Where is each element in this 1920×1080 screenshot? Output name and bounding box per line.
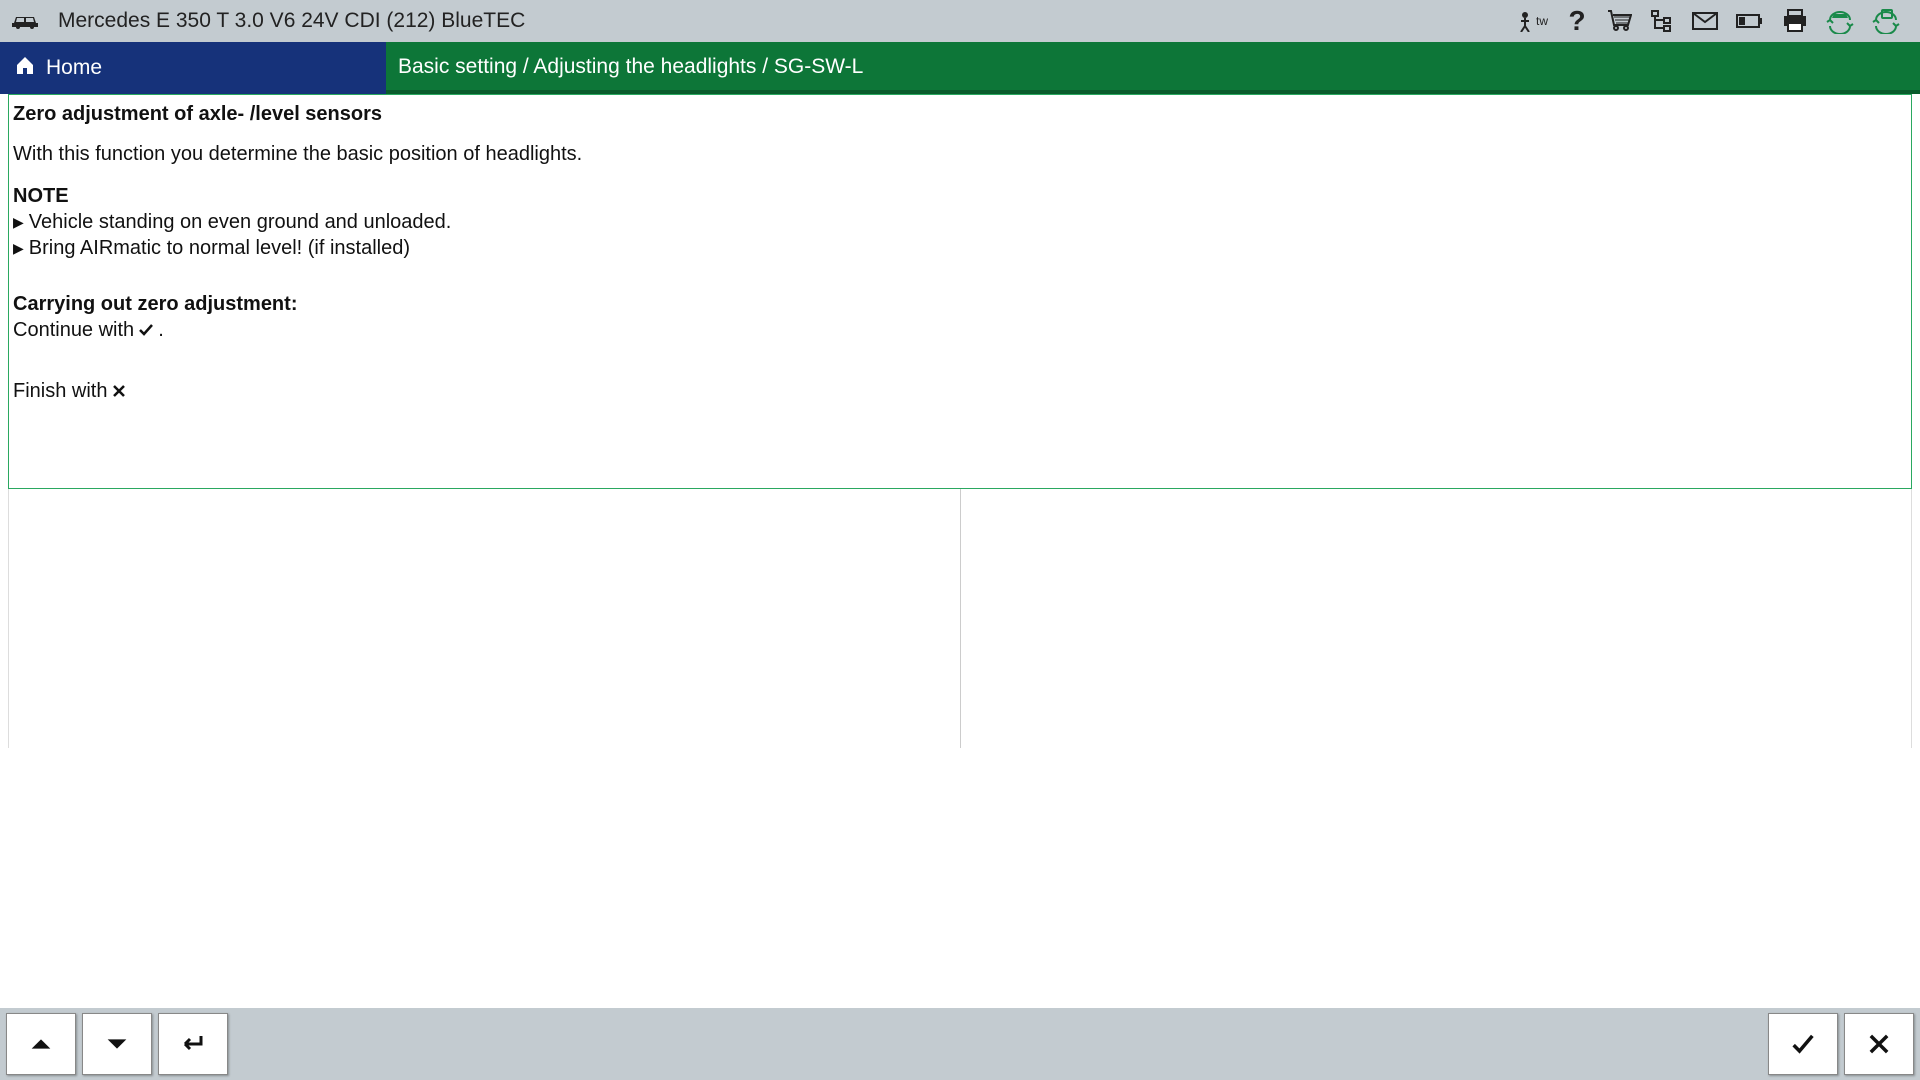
print-icon[interactable] bbox=[1782, 9, 1808, 33]
top-toolbar: Mercedes E 350 T 3.0 V6 24V CDI (212) Bl… bbox=[0, 0, 1920, 42]
note-item: Vehicle standing on even ground and unlo… bbox=[13, 209, 1907, 235]
breadcrumb-text: Basic setting / Adjusting the headlights… bbox=[398, 55, 863, 79]
bottom-left-group bbox=[6, 1013, 228, 1075]
continue-line: Continue with . bbox=[13, 317, 1907, 343]
help-icon[interactable]: ? bbox=[1566, 8, 1588, 34]
tree-icon[interactable] bbox=[1650, 9, 1674, 33]
battery-icon[interactable] bbox=[1736, 12, 1764, 30]
user-icon[interactable]: tw bbox=[1516, 10, 1548, 32]
lower-left-pane bbox=[9, 489, 960, 748]
cancel-button[interactable] bbox=[1844, 1013, 1914, 1075]
mail-icon[interactable] bbox=[1692, 12, 1718, 30]
finish-line: Finish with bbox=[13, 378, 1907, 404]
content-title: Zero adjustment of axle- /level sensors bbox=[13, 101, 1907, 127]
content-panel: Zero adjustment of axle- /level sensors … bbox=[8, 94, 1912, 489]
nav-bar: Home Basic setting / Adjusting the headl… bbox=[0, 42, 1920, 94]
enter-button[interactable] bbox=[158, 1013, 228, 1075]
sync-car-icon[interactable] bbox=[1826, 8, 1854, 34]
confirm-button[interactable] bbox=[1768, 1013, 1838, 1075]
vehicle-title: Mercedes E 350 T 3.0 V6 24V CDI (212) Bl… bbox=[58, 9, 525, 33]
zero-heading: Carrying out zero adjustment: bbox=[13, 291, 1907, 317]
home-icon bbox=[14, 54, 36, 82]
svg-text:?: ? bbox=[1568, 8, 1585, 34]
note-heading: NOTE bbox=[13, 183, 1907, 209]
bottom-toolbar bbox=[0, 1008, 1920, 1080]
x-icon bbox=[111, 383, 127, 399]
breadcrumb: Basic setting / Adjusting the headlights… bbox=[386, 42, 1920, 94]
down-button[interactable] bbox=[82, 1013, 152, 1075]
sync-device-icon[interactable] bbox=[1872, 8, 1900, 34]
lower-panel bbox=[8, 489, 1912, 748]
topbar-right: tw ? bbox=[1516, 8, 1910, 34]
check-icon bbox=[138, 322, 154, 338]
bottom-right-group bbox=[1768, 1013, 1914, 1075]
home-tab[interactable]: Home bbox=[0, 42, 386, 94]
topbar-left: Mercedes E 350 T 3.0 V6 24V CDI (212) Bl… bbox=[10, 9, 525, 33]
user-label: tw bbox=[1536, 14, 1548, 28]
note-item: Bring AIRmatic to normal level! (if inst… bbox=[13, 235, 1907, 261]
up-button[interactable] bbox=[6, 1013, 76, 1075]
home-label: Home bbox=[46, 56, 102, 80]
cart-icon[interactable] bbox=[1606, 9, 1632, 33]
car-icon bbox=[10, 11, 40, 31]
lower-right-pane bbox=[961, 489, 1912, 748]
content-intro: With this function you determine the bas… bbox=[13, 141, 1907, 167]
